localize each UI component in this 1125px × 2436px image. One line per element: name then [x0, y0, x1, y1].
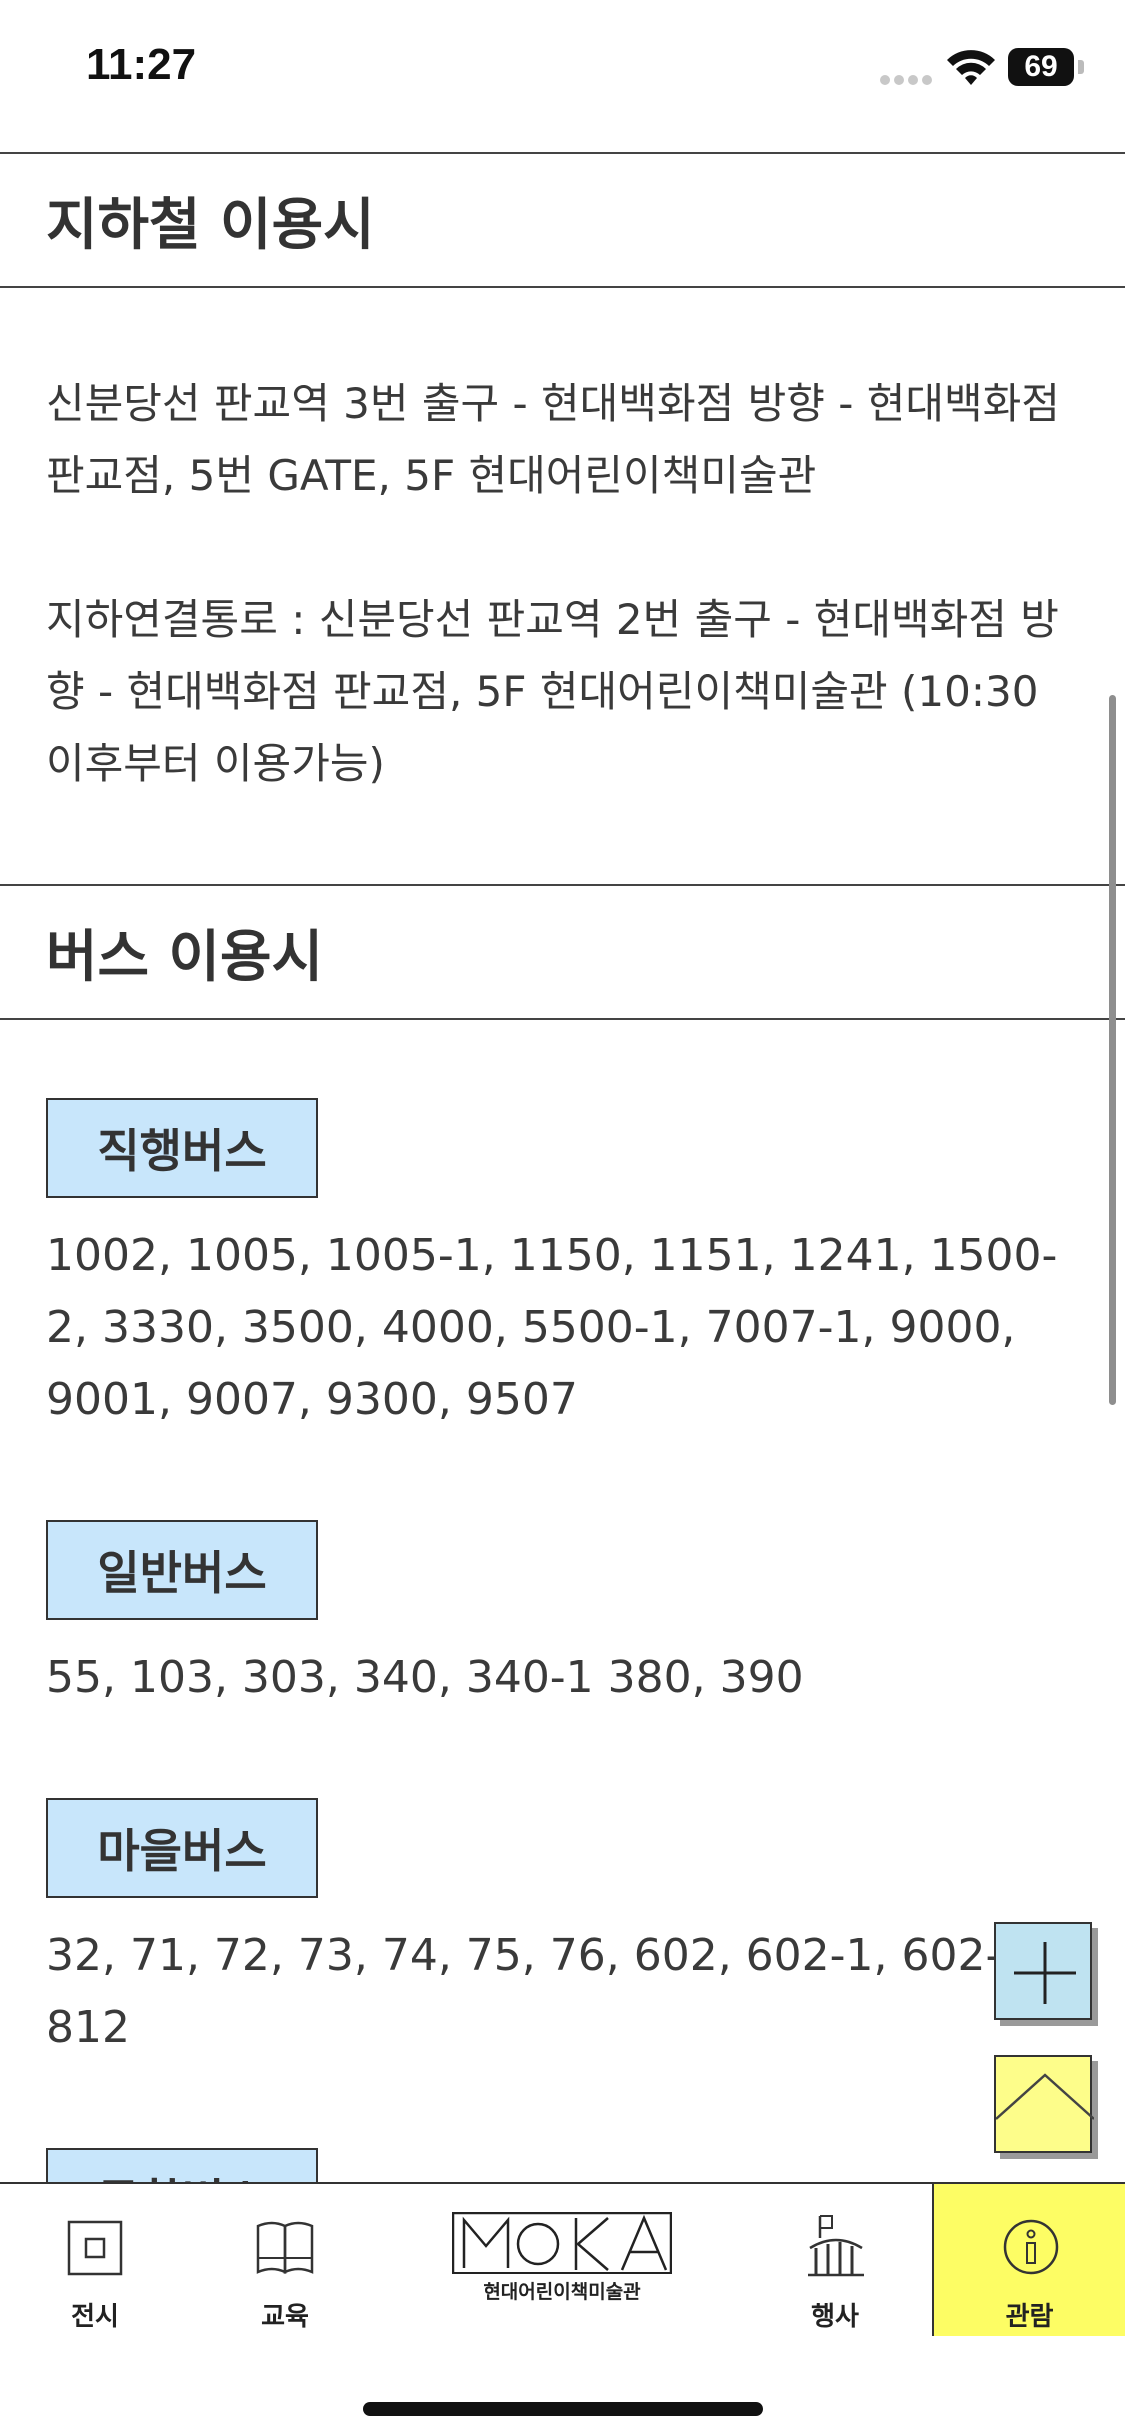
scrollbar[interactable] — [1109, 695, 1116, 1405]
village-bus-numbers: 32, 71, 72, 73, 74, 75, 76, 602, 602-1, … — [46, 1930, 1044, 2053]
tab-event-label: 행사 — [811, 2302, 859, 2332]
status-time: 11:27 — [86, 40, 197, 89]
event-building-icon — [808, 2215, 864, 2277]
tab-exhibit[interactable]: 전시 — [40, 2184, 150, 2334]
arrow-up-icon — [996, 2073, 1094, 2120]
tab-visit-label: 관람 — [1005, 2302, 1054, 2332]
scroll-to-top-button[interactable] — [994, 2055, 1094, 2153]
info-icon — [1003, 2219, 1059, 2275]
tab-visit[interactable]: 관람 — [932, 2184, 1125, 2336]
status-bar: 11:27 69 — [0, 0, 1125, 150]
content-scroll-area[interactable]: 지하철 이용시 신분당선 판교역 3번 출구 - 현대백화점 방향 - 현대백화… — [0, 152, 1125, 2182]
screen: 11:27 69 지하철 이용시 신분당선 판교역 3번 출구 - 현대백화점 … — [0, 0, 1125, 2436]
exhibit-frame-icon — [67, 2220, 123, 2276]
moka-logo-text: 현대어린이책미술관 — [454, 2272, 670, 2308]
wifi-icon — [947, 50, 995, 85]
village-bus-badge: 마을버스 — [46, 1798, 318, 1898]
underground-passage-text: 지하연결통로 : 신분당선 판교역 2번 출구 - 현대백화점 방향 - 현대백… — [46, 595, 1059, 788]
subway-directions-text: 신분당선 판교역 3번 출구 - 현대백화점 방향 - 현대백화점 판교점, 5… — [46, 379, 1060, 500]
plus-icon — [1014, 1942, 1076, 2004]
battery-icon: 69 — [1008, 48, 1074, 86]
tab-education[interactable]: 교육 — [230, 2184, 340, 2334]
bus-heading: 버스 이용시 — [0, 884, 1125, 1020]
regular-bus-badge: 일반버스 — [46, 1520, 318, 1620]
expand-button[interactable] — [994, 1922, 1092, 2020]
tab-event[interactable]: 행사 — [780, 2184, 890, 2334]
regular-bus-numbers: 55, 103, 303, 340, 340-1 380, 390 — [46, 1652, 804, 1703]
express-bus-badge: 직행버스 — [46, 1098, 318, 1198]
tab-education-label: 교육 — [261, 2302, 309, 2332]
cellular-signal-icon — [880, 75, 932, 85]
subway-heading: 지하철 이용시 — [0, 152, 1125, 288]
express-bus-numbers: 1002, 1005, 1005-1, 1150, 1151, 1241, 15… — [46, 1230, 1058, 1425]
bottom-nav: 전시 교육 현대어린이책미술관 행사 관람 — [0, 2182, 1125, 2436]
book-icon — [256, 2221, 314, 2274]
moka-logo-button[interactable]: 현대어린이책미술관 — [452, 2212, 672, 2312]
airport-bus-badge: 공항버스 — [46, 2148, 318, 2182]
tab-exhibit-label: 전시 — [71, 2302, 119, 2332]
home-indicator[interactable] — [363, 2402, 763, 2416]
moka-logo-icon — [452, 2212, 672, 2274]
battery-tip — [1078, 60, 1084, 74]
